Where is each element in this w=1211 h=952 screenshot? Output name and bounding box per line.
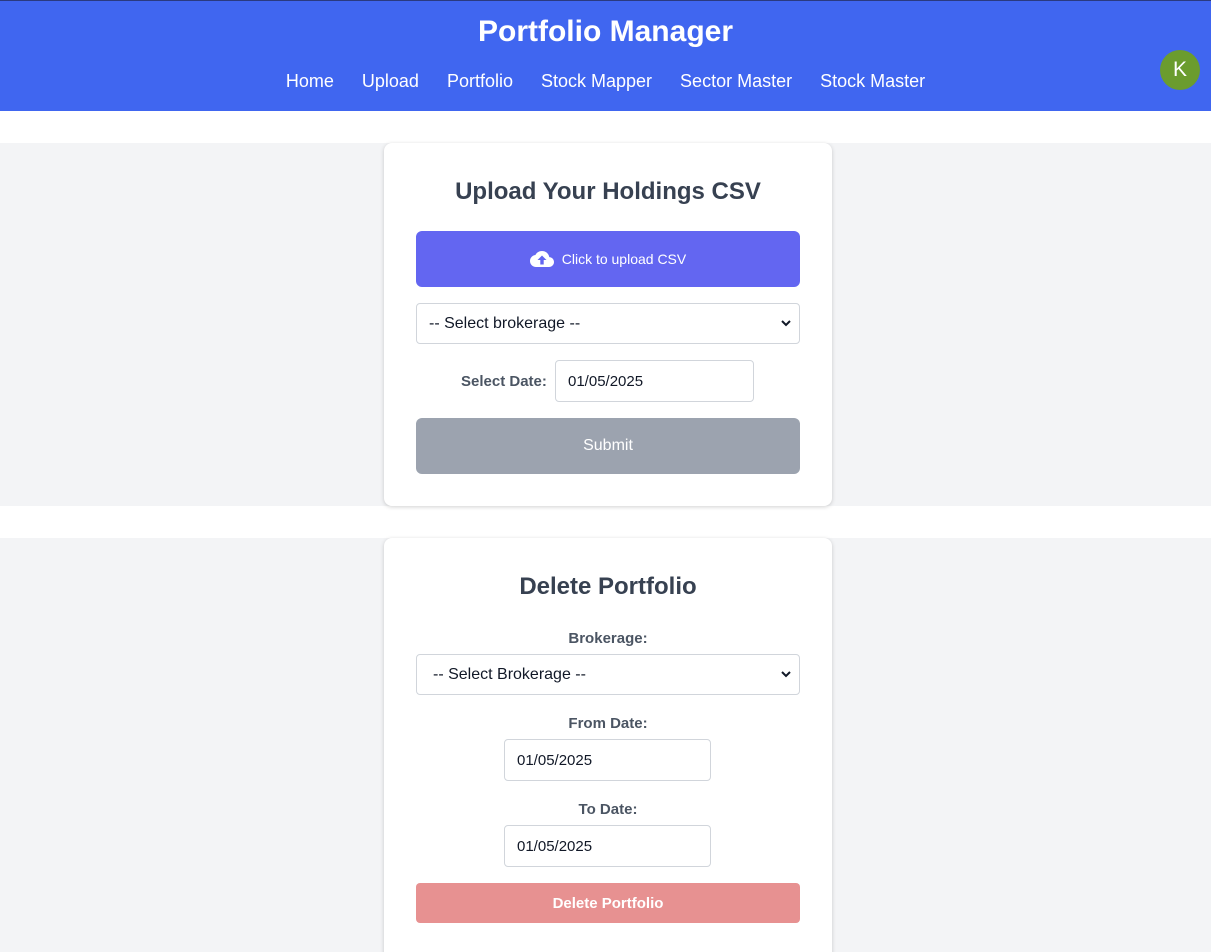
- chevron-down-icon: [781, 320, 791, 327]
- delete-portfolio-card: Delete Portfolio Brokerage: -- Select Br…: [384, 538, 832, 952]
- cloud-upload-icon: [529, 251, 554, 267]
- main-nav: Home Upload Portfolio Stock Mapper Secto…: [0, 71, 1211, 92]
- nav-home[interactable]: Home: [286, 71, 334, 92]
- from-date-label: From Date:: [568, 715, 648, 732]
- nav-upload[interactable]: Upload: [362, 71, 419, 92]
- brokerage-label: Brokerage:: [568, 630, 648, 647]
- nav-sector-master[interactable]: Sector Master: [680, 71, 792, 92]
- to-date-label: To Date:: [578, 801, 638, 818]
- user-avatar[interactable]: K: [1160, 50, 1200, 90]
- nav-stock-master[interactable]: Stock Master: [820, 71, 925, 92]
- to-date-input[interactable]: 01/05/2025: [504, 825, 711, 867]
- submit-button[interactable]: Submit: [416, 418, 800, 474]
- from-date-input[interactable]: 01/05/2025: [504, 739, 711, 781]
- delete-brokerage-select-value: -- Select Brokerage --: [433, 665, 586, 683]
- upload-csv-button[interactable]: Click to upload CSV: [416, 231, 800, 287]
- nav-portfolio[interactable]: Portfolio: [447, 71, 513, 92]
- nav-stock-mapper[interactable]: Stock Mapper: [541, 71, 652, 92]
- brokerage-select[interactable]: -- Select brokerage --: [416, 303, 800, 344]
- upload-card-title: Upload Your Holdings CSV: [455, 178, 761, 205]
- app-header: Portfolio Manager Home Upload Portfolio …: [0, 0, 1211, 111]
- app-title: Portfolio Manager: [477, 15, 733, 48]
- delete-brokerage-select[interactable]: -- Select Brokerage --: [416, 654, 800, 695]
- upload-card: Upload Your Holdings CSV Click to upload…: [384, 143, 832, 506]
- delete-portfolio-button[interactable]: Delete Portfolio: [416, 883, 800, 923]
- select-date-input[interactable]: 01/05/2025: [555, 360, 754, 402]
- brokerage-select-value: -- Select brokerage --: [429, 314, 581, 332]
- select-date-label: Select Date:: [461, 373, 547, 390]
- chevron-down-icon: [781, 671, 791, 678]
- upload-csv-label: Click to upload CSV: [561, 251, 687, 267]
- delete-card-title: Delete Portfolio: [519, 573, 697, 600]
